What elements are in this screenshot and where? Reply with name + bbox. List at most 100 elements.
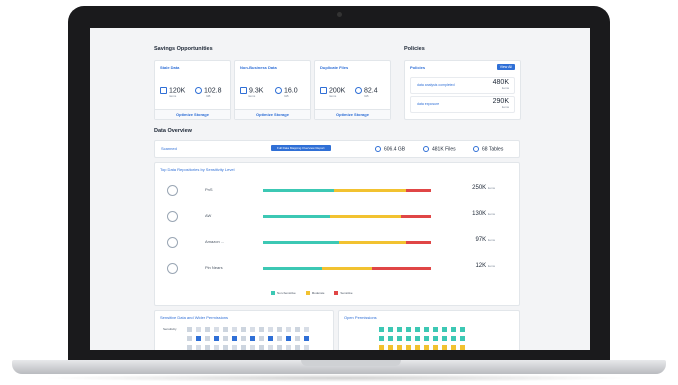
permission-cell [442, 345, 447, 350]
permission-cell [424, 336, 429, 341]
policy-row[interactable]: data analysis completed 480K items [410, 77, 515, 94]
sensitivity-segment-moderate [338, 241, 406, 244]
dashboard-screen: Savings Opportunities Stale Data 120K ite… [90, 28, 590, 350]
heatmap-cell [205, 336, 210, 341]
disk-icon [355, 87, 362, 94]
legend-item: Moderate [305, 291, 324, 296]
savings-card-nonbusiness[interactable]: Non-Business Data 9.3K items 16.0 GB Optim… [234, 60, 311, 120]
permission-cell [433, 327, 438, 332]
database-icon [375, 146, 381, 152]
heatmap-cell [268, 327, 273, 332]
repo-row[interactable]: Amazon ... 97K items [155, 233, 507, 253]
optimize-storage-button[interactable]: Optimize Storage [155, 109, 230, 119]
repository-icon [167, 237, 178, 248]
heatmap-cell [214, 336, 219, 341]
permission-cell [415, 336, 420, 341]
sensitivity-segment-non-sensitive [263, 189, 334, 192]
scanned-label: Scanned [161, 146, 177, 151]
savings-card-duplicate[interactable]: Duplicate Files 200K items 82.4 GB Optimiz… [314, 60, 391, 120]
heatmap-cell [196, 345, 201, 350]
stat-items: 9.3K items [240, 87, 263, 98]
heatmap-cell [286, 336, 291, 341]
permission-cell [406, 345, 411, 350]
optimize-storage-button[interactable]: Optimize Storage [235, 109, 310, 119]
disk-icon [195, 87, 202, 94]
permission-cell [415, 327, 420, 332]
permission-cell [424, 345, 429, 350]
heatmap-cell [295, 327, 300, 332]
heatmap-cell [295, 336, 300, 341]
repository-icon [167, 185, 178, 196]
camera-icon [337, 12, 342, 17]
optimize-storage-button[interactable]: Optimize Storage [315, 109, 390, 119]
policies-title: Policies [404, 46, 425, 52]
repo-value: 250K items [472, 185, 495, 191]
heatmap-cell [304, 345, 309, 350]
card-title: Duplicate Files [320, 65, 349, 70]
permission-cell [379, 327, 384, 332]
permission-cell [460, 345, 465, 350]
sensitivity-segment-non-sensitive [263, 267, 322, 270]
legend-item: Sensitive [334, 291, 353, 296]
heatmap-cell [187, 327, 192, 332]
heatmap-cell [304, 327, 309, 332]
card-title: Stale Data [160, 65, 180, 70]
repo-name: Amazon ... [205, 239, 225, 244]
view-all-button[interactable]: View All [496, 64, 515, 70]
heatmap-cell [187, 345, 192, 350]
tables-metric: 68 Tables [473, 146, 503, 152]
stat-items: 200K items [320, 87, 345, 98]
permission-cell [379, 345, 384, 350]
heatmap-cell [250, 345, 255, 350]
folder-icon [160, 87, 167, 94]
permission-cell [433, 345, 438, 350]
file-icon [423, 146, 429, 152]
sensitivity-segment-sensitive [405, 241, 431, 244]
sensitivity-segment-sensitive [372, 267, 431, 270]
size-metric: 606.4 GB [375, 146, 405, 152]
repository-icon [167, 263, 178, 274]
heatmap-cell [268, 345, 273, 350]
heatmap-cell [277, 345, 282, 350]
permission-cell [460, 336, 465, 341]
heatmap-cell [196, 327, 201, 332]
repo-row[interactable]: Pin Nears 12K items [155, 259, 507, 279]
repo-name: Pin Nears [205, 265, 223, 270]
heatmap-cell [205, 327, 210, 332]
heatmap-cell [232, 327, 237, 332]
full-report-button[interactable]: Full Data Mapping Overview Report [271, 145, 331, 151]
heatmap-cell [214, 345, 219, 350]
permission-cell [388, 336, 393, 341]
folder-icon [320, 87, 327, 94]
heatmap-cell [286, 345, 291, 350]
repo-row[interactable]: AW 130K items [155, 207, 507, 227]
policy-row[interactable]: data exposure 290K items [410, 96, 515, 113]
permission-cell [424, 327, 429, 332]
heatmap-cell [196, 336, 201, 341]
stat-items: 120K items [160, 87, 185, 98]
overview-bar: Scanned Full Data Mapping Overview Repor… [154, 140, 520, 158]
repo-row[interactable]: PnS 250K items [155, 181, 507, 201]
heatmap-cell [214, 327, 219, 332]
heatmap-cell [268, 336, 273, 341]
card-title: Sensitive Data and Wider Permissions [160, 315, 229, 320]
legend-item: Non-Sensitive [271, 291, 296, 296]
sensitivity-segment-moderate [321, 267, 373, 270]
laptop-lid: Savings Opportunities Stale Data 120K ite… [68, 6, 610, 362]
policy-value: 480K items [492, 79, 509, 90]
sensitivity-bar [263, 267, 431, 270]
permission-cell [388, 327, 393, 332]
permission-cell [397, 327, 402, 332]
stat-size: 102.8 GB [195, 87, 222, 98]
table-icon [473, 146, 479, 152]
repository-icon [167, 211, 178, 222]
heatmap-cell [259, 336, 264, 341]
permission-cell [442, 336, 447, 341]
permission-cell [442, 327, 447, 332]
savings-card-stale[interactable]: Stale Data 120K items 102.8 GB Optimize St… [154, 60, 231, 120]
savings-title: Savings Opportunities [154, 46, 213, 52]
heatmap-cell [286, 327, 291, 332]
permission-cell [433, 336, 438, 341]
sensitivity-bar [263, 241, 431, 244]
overview-title: Data Overview [154, 128, 192, 134]
